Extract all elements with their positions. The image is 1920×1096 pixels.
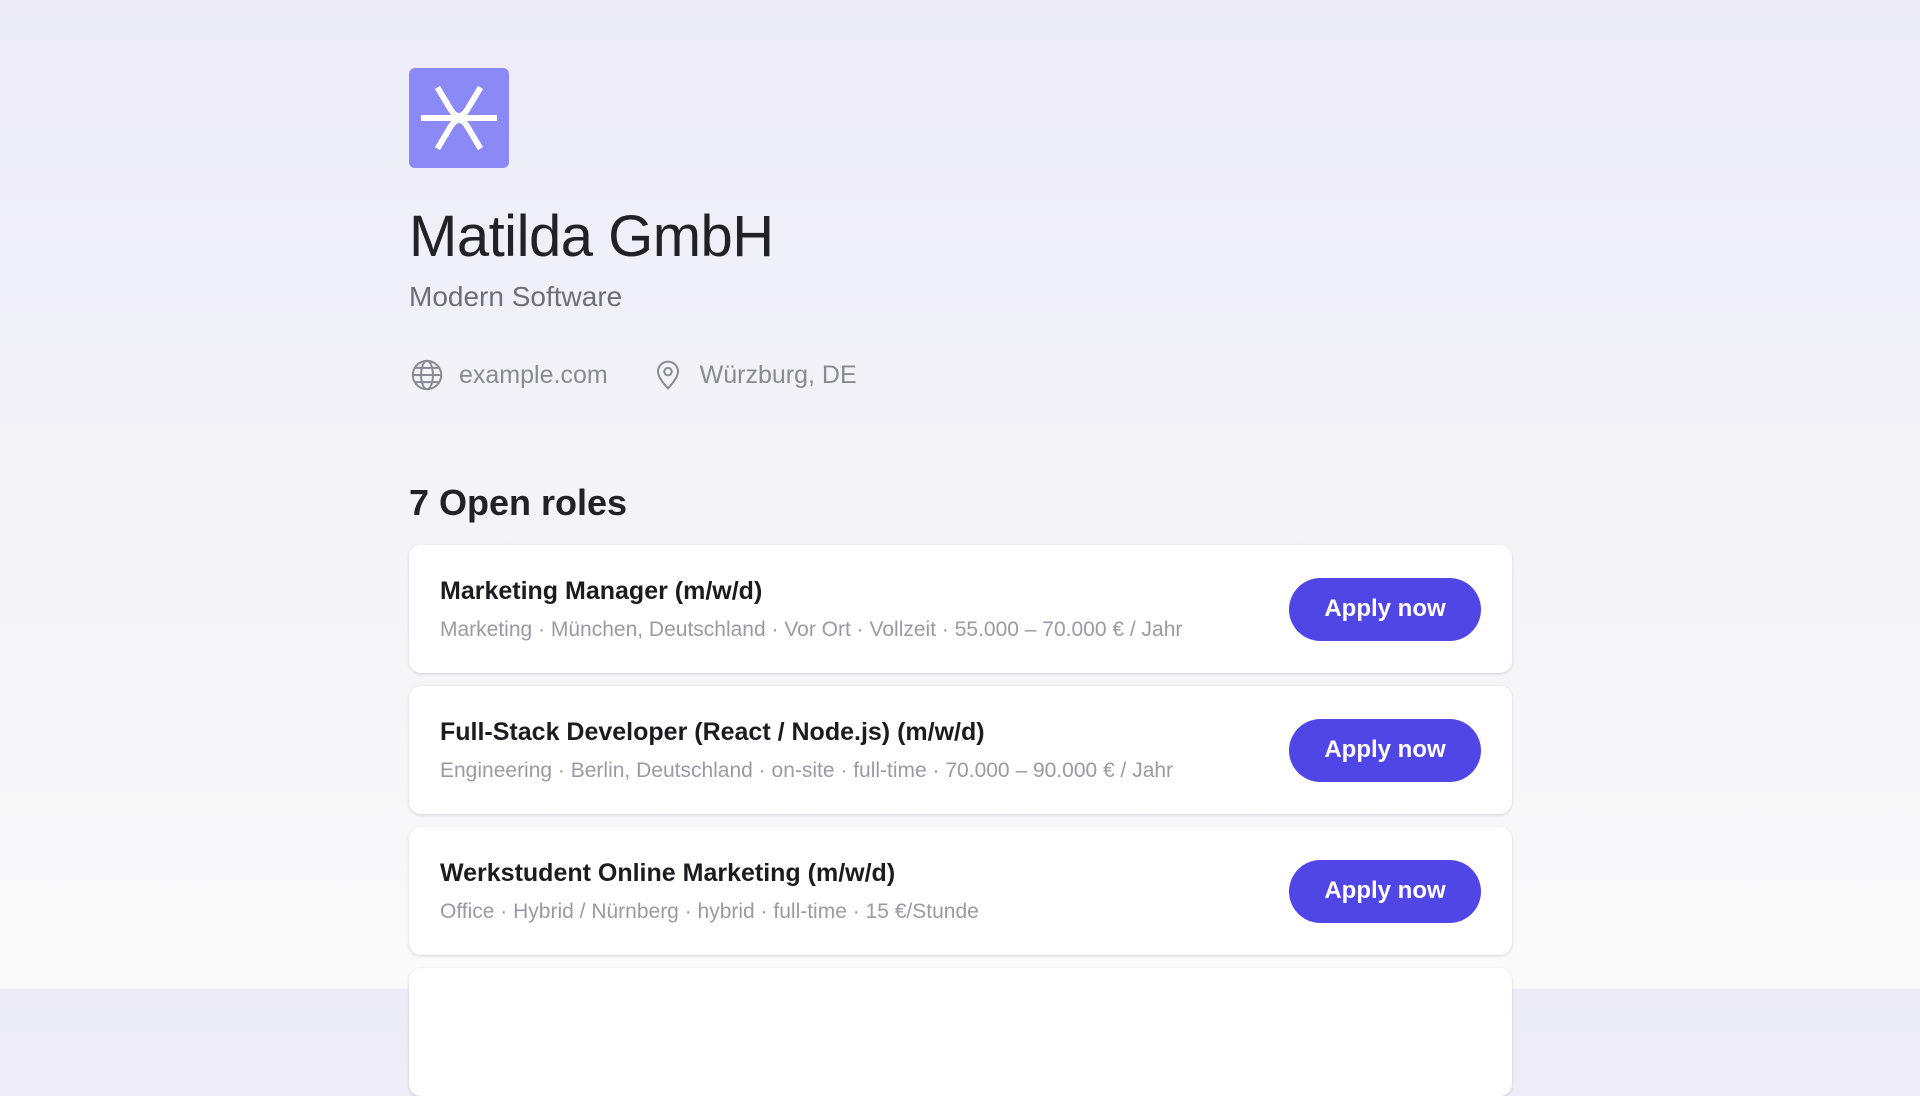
role-info: Marketing Manager (m/w/d) Marketing · Mü… bbox=[440, 577, 1182, 642]
role-card[interactable]: Marketing Manager (m/w/d) Marketing · Mü… bbox=[409, 545, 1512, 673]
role-meta: Engineering · Berlin, Deutschland · on-s… bbox=[440, 758, 1174, 782]
company-name: Matilda GmbH bbox=[409, 204, 774, 269]
globe-icon bbox=[409, 357, 445, 393]
website-text[interactable]: example.com bbox=[459, 361, 608, 390]
role-card[interactable]: Werkstudent Online Marketing (m/w/d) Off… bbox=[409, 827, 1512, 955]
asterisk-cross-icon bbox=[421, 85, 497, 151]
website-link[interactable]: example.com bbox=[409, 357, 608, 393]
role-card[interactable] bbox=[409, 968, 1512, 1096]
apply-now-button[interactable]: Apply now bbox=[1289, 718, 1481, 782]
role-title[interactable]: Marketing Manager (m/w/d) bbox=[440, 577, 1182, 606]
company-page: Matilda GmbH Modern Software example.com bbox=[409, 68, 1512, 1096]
apply-now-button[interactable]: Apply now bbox=[1289, 859, 1481, 923]
role-meta: Office · Hybrid / Nürnberg · hybrid · fu… bbox=[440, 899, 979, 923]
role-title[interactable]: Full-Stack Developer (React / Node.js) (… bbox=[440, 718, 1173, 747]
apply-now-button[interactable]: Apply now bbox=[1289, 577, 1481, 641]
company-meta: example.com Würzburg, DE bbox=[409, 357, 1512, 393]
location: Würzburg, DE bbox=[650, 357, 857, 393]
role-info: Full-Stack Developer (React / Node.js) (… bbox=[440, 718, 1173, 783]
role-info: Werkstudent Online Marketing (m/w/d) Off… bbox=[440, 859, 979, 924]
company-logo bbox=[409, 68, 509, 168]
role-meta: Marketing · München, Deutschland · Vor O… bbox=[440, 617, 1183, 641]
role-card[interactable]: Full-Stack Developer (React / Node.js) (… bbox=[409, 686, 1512, 814]
roles-list: Marketing Manager (m/w/d) Marketing · Mü… bbox=[409, 545, 1512, 1096]
open-roles-heading: 7 Open roles bbox=[409, 482, 628, 523]
company-tagline: Modern Software bbox=[409, 281, 623, 312]
role-title[interactable]: Werkstudent Online Marketing (m/w/d) bbox=[440, 859, 979, 888]
location-text: Würzburg, DE bbox=[699, 360, 857, 389]
map-pin-icon bbox=[650, 357, 686, 393]
